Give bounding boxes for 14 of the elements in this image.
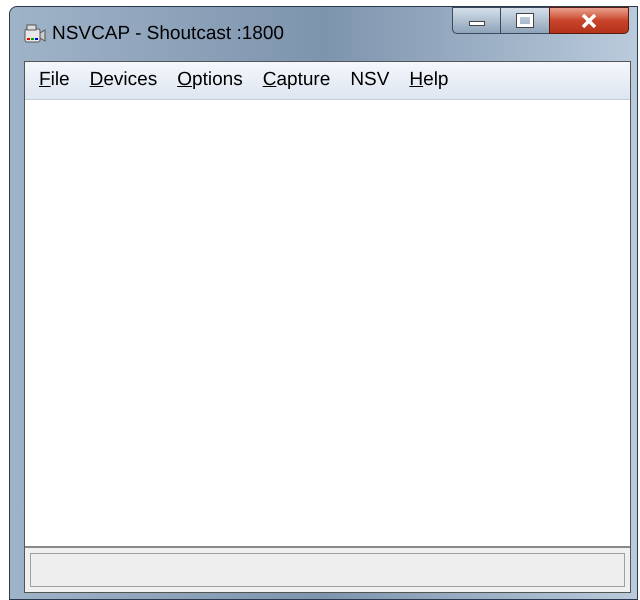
minimize-button[interactable] <box>452 7 501 34</box>
maximize-button[interactable] <box>501 7 549 34</box>
close-icon <box>581 14 597 28</box>
window-title: NSVCAP - Shoutcast :1800 <box>52 22 284 46</box>
close-button[interactable] <box>549 7 629 34</box>
maximize-icon <box>517 14 533 27</box>
menu-item[interactable]: Options <box>177 66 243 95</box>
menu-item[interactable]: File <box>39 66 70 95</box>
menu-item[interactable]: Help <box>409 66 448 95</box>
minimize-icon <box>468 21 484 26</box>
menu-item[interactable]: NSV <box>350 66 390 95</box>
menu-item[interactable]: Capture <box>262 66 330 95</box>
camera-icon <box>24 24 46 44</box>
menu-item[interactable]: Devices <box>90 66 158 95</box>
